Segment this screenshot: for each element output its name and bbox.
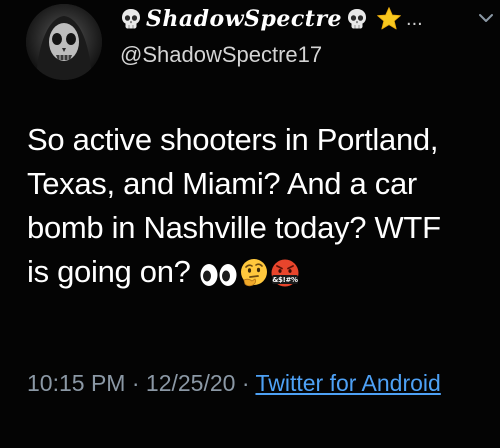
tweet-time: 10:15 PM xyxy=(27,370,126,396)
name-overflow-indicator: ... xyxy=(406,8,423,30)
tweet-text: So active shooters in Portland, Texas, a… xyxy=(27,118,495,294)
skull-emoji-icon xyxy=(122,9,140,29)
tweet-text-line: So active shooters in Portland, xyxy=(27,122,439,157)
meta-separator: · xyxy=(125,370,146,396)
avatar[interactable] xyxy=(26,4,102,80)
cursing-symbols-text: &$!#% xyxy=(272,276,298,284)
tweet-text-line: bomb in Nashville today? WTF xyxy=(27,210,441,245)
display-name[interactable]: ShadowSpectre ... xyxy=(120,4,423,34)
tweet-meta: 10:15 PM · 12/25/20 · Twitter for Androi… xyxy=(27,365,467,401)
tweet-date: 12/25/20 xyxy=(145,370,236,396)
meta-separator: · xyxy=(235,370,256,396)
eyes-emoji-icon xyxy=(200,264,237,286)
face-with-symbols-on-mouth-emoji-icon: &$!#% xyxy=(271,259,299,287)
tweet-text-line: Texas, and Miami? And a car xyxy=(27,166,417,201)
chevron-down-icon[interactable] xyxy=(478,10,494,26)
tweet-source-link[interactable]: Twitter for Android xyxy=(255,370,440,396)
tweet-card: ShadowSpectre ... @ShadowSpectre17 So ac… xyxy=(0,0,500,448)
skull-emoji-icon xyxy=(348,9,367,29)
thinking-face-emoji-icon xyxy=(240,259,267,287)
avatar-image xyxy=(26,4,102,80)
tweet-text-line-with-emojis: is going on? &$!#% xyxy=(27,250,495,294)
star-emoji-icon xyxy=(377,7,401,30)
tweet-text-line: is going on? xyxy=(27,254,199,289)
display-name-text: ShadowSpectre xyxy=(146,6,343,32)
user-handle[interactable]: @ShadowSpectre17 xyxy=(120,42,322,68)
